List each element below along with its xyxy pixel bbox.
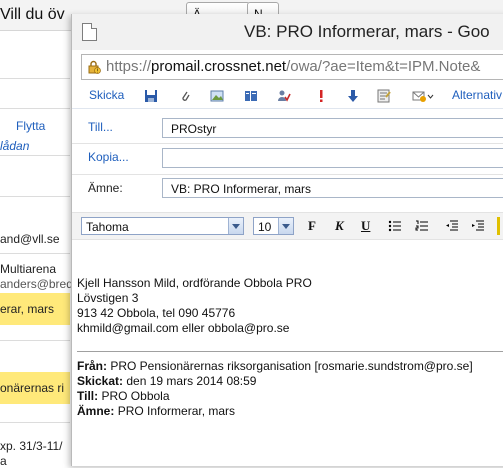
options-menu[interactable]: Alternativ — [452, 88, 502, 102]
chevron-down-icon — [278, 218, 293, 234]
increase-indent-icon[interactable] — [471, 219, 485, 233]
background-left-pane: Flytta lådan and@vll.se Multiarena ander… — [0, 30, 73, 468]
subject-label: Ämne: — [88, 181, 123, 195]
signature-line-3: 913 42 Obbola, tel 090 45776 — [77, 306, 236, 320]
address-book-icon[interactable] — [244, 89, 258, 103]
bullet-list-icon[interactable] — [388, 219, 402, 233]
background-folder-label: lådan — [0, 139, 30, 153]
insert-image-icon[interactable] — [210, 89, 224, 103]
background-title: Vill du öv — [0, 6, 65, 23]
background-footer-text-2: a — [0, 454, 7, 468]
from-label: Från: — [77, 359, 107, 373]
to-button[interactable]: Till... — [88, 120, 113, 134]
background-yellow-text-2: onärernas ri — [0, 381, 65, 395]
importance-high-icon[interactable] — [314, 89, 328, 103]
signature-icon[interactable] — [412, 89, 426, 103]
svg-text:!: ! — [96, 69, 98, 75]
url-text: https://promail.crossnet.net/owa/?ae=Ite… — [106, 58, 481, 75]
compose-toolbar: Skicka Alternativ — [72, 84, 503, 109]
cc-button[interactable]: Kopia... — [88, 150, 129, 164]
compose-window-title: VB: PRO Informerar, mars - Goo — [244, 22, 490, 41]
compose-window: VB: PRO Informerar, mars - Goo ! https:/… — [71, 14, 503, 466]
background-email-2: anders@bred — [0, 277, 73, 291]
forward-subject-label: Ämne: — [77, 404, 115, 418]
font-family-select[interactable]: Tahoma — [81, 217, 244, 235]
forward-to-value: PRO Obbola — [101, 389, 170, 403]
check-names-icon[interactable] — [277, 89, 291, 103]
from-value: PRO Pensionärernas riksorganisation [ros… — [110, 359, 473, 373]
page-icon — [82, 23, 97, 41]
attach-icon[interactable] — [178, 89, 192, 103]
cc-field[interactable] — [162, 148, 503, 168]
background-footer-text: xp. 31/3-11/ — [0, 439, 63, 453]
italic-button[interactable]: K — [335, 218, 344, 234]
to-field[interactable]: PROstyr — [162, 118, 503, 138]
chevron-down-icon[interactable] — [427, 89, 434, 103]
background-yellow-text-1: erar, mars — [0, 302, 55, 316]
subject-field[interactable]: VB: PRO Informerar, mars — [162, 178, 503, 198]
message-body[interactable]: Kjell Hansson Mild, ordförande Obbola PR… — [77, 276, 312, 336]
signature-line-2: Lövstigen 3 — [77, 291, 139, 305]
forward-to-label: Till: — [77, 389, 99, 403]
save-icon[interactable] — [144, 89, 158, 103]
signature-line-4: khmild@gmail.com eller obbola@pro.se — [77, 321, 290, 335]
background-arena: Multiarena — [0, 262, 57, 276]
font-size-value: 10 — [258, 220, 272, 234]
font-size-select[interactable]: 10 — [253, 217, 294, 235]
sent-value: den 19 mars 2014 08:59 — [126, 374, 257, 388]
numbered-list-icon[interactable] — [415, 219, 429, 233]
forward-subject-value: PRO Informerar, mars — [117, 404, 236, 418]
font-family-value: Tahoma — [86, 220, 129, 234]
highlight-color-icon[interactable] — [497, 217, 500, 235]
underline-button[interactable]: U — [361, 218, 370, 234]
chevron-down-icon — [228, 218, 243, 234]
flytta-menu[interactable]: Flytta — [16, 119, 45, 133]
send-button[interactable]: Skicka — [89, 88, 124, 102]
formatting-toolbar: Tahoma 10 F K U — [72, 212, 503, 240]
forwarded-header: Från: PRO Pensionärernas riksorganisatio… — [77, 359, 473, 419]
sent-label: Skickat: — [77, 374, 124, 388]
address-bar[interactable]: ! https://promail.crossnet.net/owa/?ae=I… — [81, 54, 503, 80]
forward-divider — [77, 351, 503, 352]
signature-line-1: Kjell Hansson Mild, ordförande Obbola PR… — [77, 276, 312, 290]
decrease-indent-icon[interactable] — [445, 219, 459, 233]
bold-button[interactable]: F — [308, 218, 316, 234]
importance-low-icon[interactable] — [346, 89, 360, 103]
compose-titlebar: VB: PRO Informerar, mars - Goo — [72, 14, 503, 50]
options-icon[interactable] — [377, 89, 391, 103]
lock-icon: ! — [88, 60, 101, 75]
background-email-1: and@vll.se — [0, 232, 60, 246]
